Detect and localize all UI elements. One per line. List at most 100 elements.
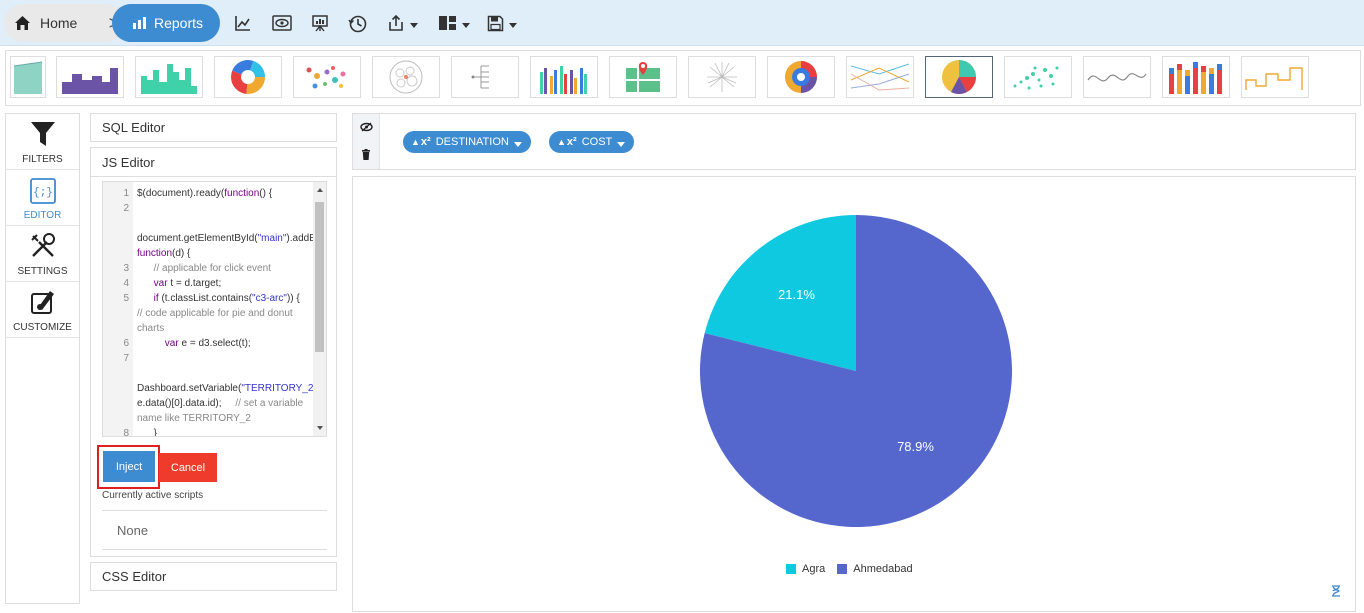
circle-pack-chart-icon — [389, 60, 423, 94]
chart-type-area[interactable] — [10, 56, 46, 98]
chart-type-map[interactable] — [609, 56, 677, 98]
home-breadcrumb[interactable]: Home — [4, 4, 96, 42]
legend-item-agra[interactable]: Agra — [786, 563, 825, 575]
presentation-button[interactable] — [311, 10, 329, 36]
code-scrollbar[interactable] — [313, 182, 326, 436]
code-line[interactable]: 4 var t = d.target; — [103, 276, 315, 291]
code-line[interactable]: document.getElementById("main").addEvent… — [103, 216, 326, 261]
chevron-down-icon — [410, 22, 418, 28]
code-editor[interactable]: 1 $(document).ready(function() {2 documen… — [102, 181, 327, 437]
field-type-label: x² — [420, 136, 431, 148]
save-dropdown[interactable] — [487, 10, 517, 36]
code-line[interactable]: 1 $(document).ready(function() { — [103, 186, 315, 201]
code-line[interactable]: 3 // applicable for click event — [103, 261, 315, 276]
scroll-up-arrow-icon[interactable] — [317, 188, 323, 192]
active-scripts-label: Currently active scripts — [102, 490, 204, 501]
history-button[interactable] — [348, 10, 367, 36]
code-lines[interactable]: 1 $(document).ready(function() {2 documen… — [103, 186, 326, 436]
pie-slice-label: 78.9% — [897, 439, 934, 454]
chevron-down-icon — [617, 141, 626, 147]
chart-type-stacked-bar[interactable] — [1162, 56, 1230, 98]
trash-icon[interactable] — [361, 149, 371, 160]
chart-type-grouped-bar[interactable] — [530, 56, 598, 98]
chart-type-pie[interactable] — [925, 56, 993, 98]
chart-type-tree[interactable] — [451, 56, 519, 98]
chart-type-spline[interactable] — [1083, 56, 1151, 98]
code-text: Dashboard.setVariable("TERRITORY_2", e.d… — [133, 366, 320, 426]
save-icon — [487, 15, 504, 31]
reports-breadcrumb[interactable]: Reports — [112, 4, 220, 42]
sunburst-chart-icon — [785, 61, 817, 93]
code-line[interactable]: 6 var e = d3.select(t); — [103, 336, 315, 351]
reports-label: Reports — [154, 15, 204, 31]
home-icon — [15, 16, 30, 30]
history-icon — [348, 15, 367, 32]
css-editor-header[interactable]: CSS Editor — [90, 562, 337, 591]
legend-swatch — [786, 564, 796, 574]
code-token: $(document).ready( — [137, 188, 225, 199]
chart-type-strip — [5, 50, 1361, 106]
chart-type-step-bar[interactable] — [56, 56, 124, 98]
reports-icon — [133, 17, 146, 29]
code-token: () { — [259, 188, 273, 199]
scatter-chart-icon — [1013, 66, 1059, 90]
code-line[interactable]: 2 — [103, 201, 315, 216]
code-line[interactable]: 8 } — [103, 426, 315, 436]
nav-customize[interactable]: CUSTOMIZE — [6, 282, 79, 338]
step-line-chart-icon — [1245, 67, 1303, 90]
chart-type-circle-pack[interactable] — [372, 56, 440, 98]
nav-editor[interactable]: {;} EDITOR — [6, 170, 79, 226]
layout-dropdown[interactable] — [438, 10, 470, 36]
line-chart-icon — [235, 16, 250, 31]
code-token: var — [153, 278, 168, 289]
nav-settings[interactable]: SETTINGS — [6, 226, 79, 282]
pie-chart: 21.1% 78.9% — [700, 215, 1013, 527]
legend-label: Ahmedabad — [853, 563, 913, 575]
scroll-thumb[interactable] — [315, 202, 324, 352]
line-chart-button[interactable] — [234, 10, 252, 36]
js-editor-header[interactable]: JS Editor — [91, 148, 336, 177]
svg-text:{;}: {;} — [33, 187, 53, 199]
side-navigation: FILTERS {;} EDITOR SETTINGS CUSTOMIZE — [5, 113, 80, 604]
chart-type-donut[interactable] — [214, 56, 282, 98]
code-token: e = d3.select(t); — [178, 338, 251, 349]
chart-type-bubble[interactable] — [293, 56, 361, 98]
cancel-button[interactable]: Cancel — [159, 453, 217, 482]
share-dropdown[interactable] — [387, 10, 418, 36]
code-line[interactable]: Dashboard.setVariable("TERRITORY_2", e.d… — [103, 366, 320, 426]
hide-eye-icon[interactable] — [360, 122, 373, 132]
sort-arrows-icon: ▲︎ — [557, 137, 566, 147]
code-token: Dashboard.setVariable( — [137, 368, 242, 394]
preview-button[interactable] — [272, 10, 292, 36]
chart-type-histogram[interactable] — [135, 56, 203, 98]
sql-editor-header[interactable]: SQL Editor — [90, 113, 337, 142]
chart-type-radial-tree[interactable] — [688, 56, 756, 98]
radial-tree-chart-icon — [707, 62, 737, 92]
step-bar-chart-icon — [62, 68, 118, 94]
nav-filters[interactable]: FILTERS — [6, 114, 79, 170]
donut-chart-icon — [231, 60, 265, 94]
inject-button[interactable]: Inject — [103, 451, 155, 482]
legend-item-ahmedabad[interactable]: Ahmedabad — [837, 563, 913, 575]
chart-type-parallel[interactable] — [846, 56, 914, 98]
map-chart-icon — [626, 62, 660, 92]
code-line[interactable]: 7 — [103, 351, 315, 366]
chart-type-sunburst[interactable] — [767, 56, 835, 98]
nav-settings-label: SETTINGS — [17, 266, 68, 277]
area-chart-icon — [13, 61, 43, 94]
scroll-down-arrow-icon[interactable] — [317, 426, 323, 430]
field-pill-destination[interactable]: ▲︎ x² DESTINATION — [403, 131, 531, 153]
code-line[interactable]: 5 if (t.classList.contains("c3-arc")) { … — [103, 291, 315, 336]
code-token: "c3-arc" — [252, 293, 287, 304]
code-token: t = d.target; — [167, 278, 222, 289]
chart-type-scatter[interactable] — [1004, 56, 1072, 98]
pie-slice-label: 21.1% — [778, 287, 815, 302]
sort-arrows-icon: ▲︎ — [411, 137, 420, 147]
chart-type-step-line[interactable] — [1241, 56, 1309, 98]
grouped-bar-chart-icon — [540, 66, 587, 94]
nav-customize-label: CUSTOMIZE — [13, 322, 72, 333]
code-text: // applicable for click event — [133, 261, 315, 276]
field-pill-cost[interactable]: ▲︎ x² COST — [549, 131, 635, 153]
